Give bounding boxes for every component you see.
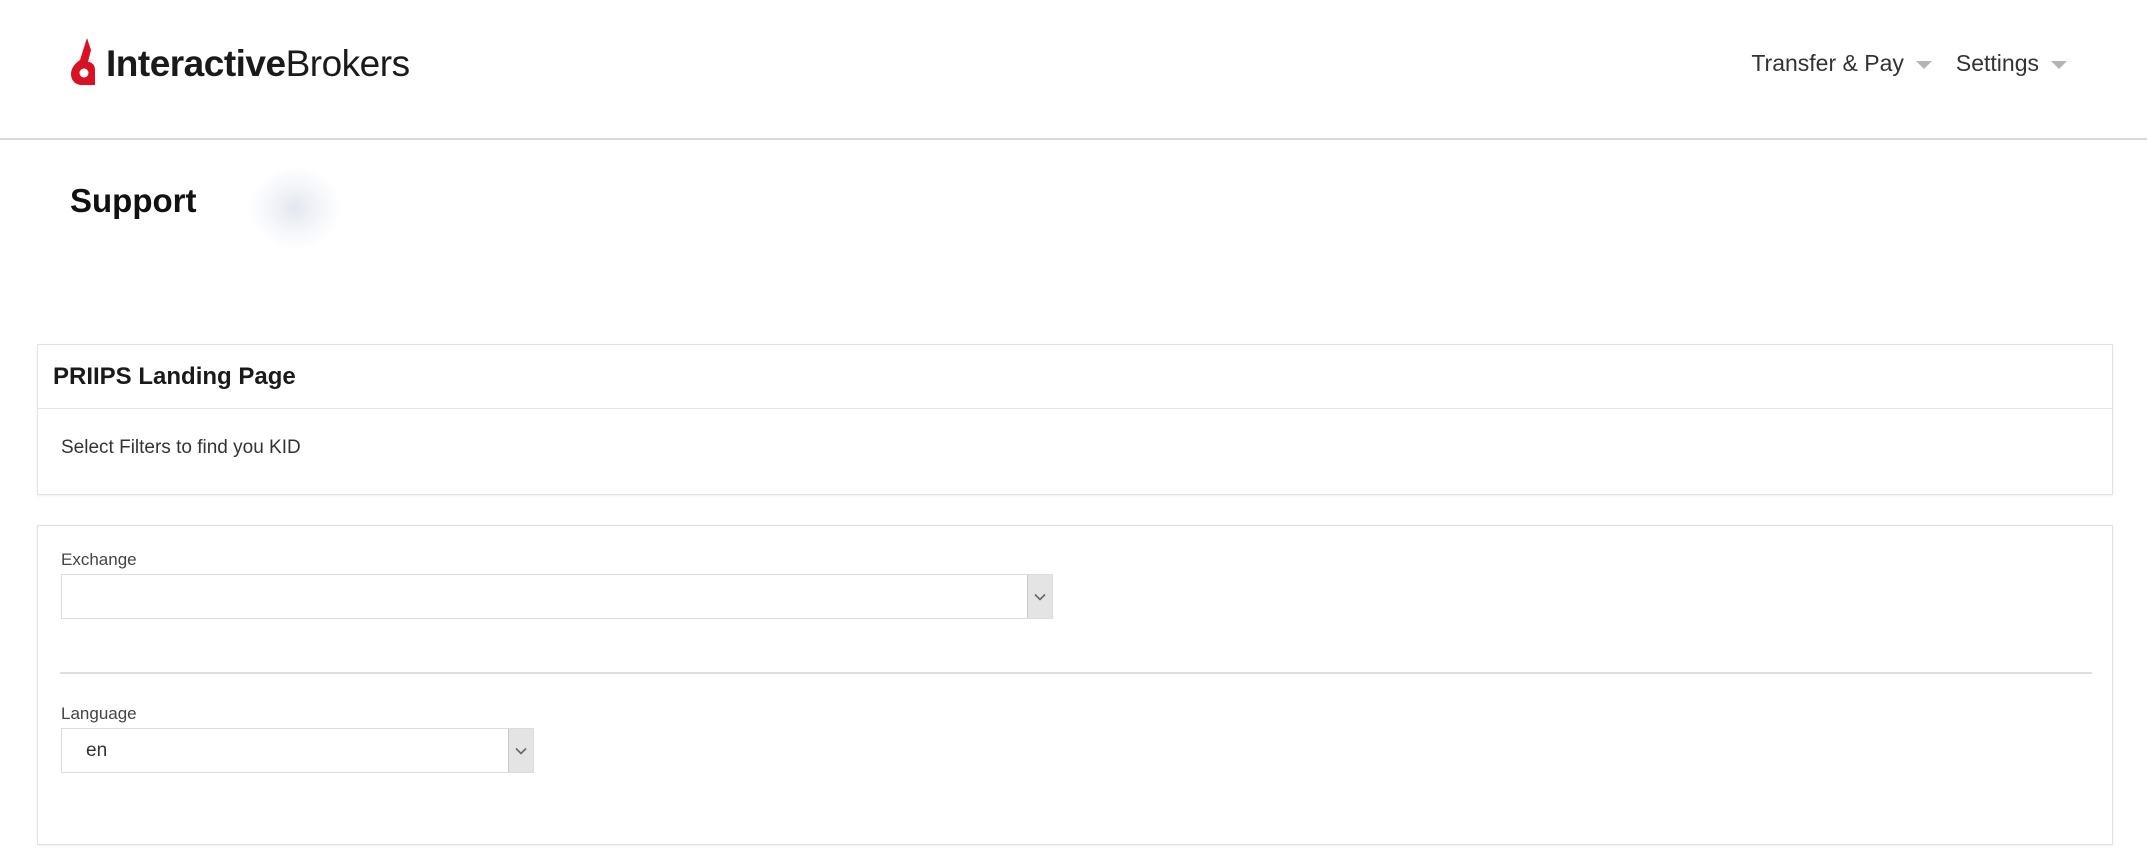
language-select-value: en bbox=[86, 739, 108, 761]
language-label: Language bbox=[61, 704, 137, 723]
nav-settings-label: Settings bbox=[1955, 50, 2039, 76]
filters-panel: Exchange Language en bbox=[37, 525, 2113, 845]
language-dropdown-button[interactable] bbox=[508, 729, 533, 772]
nav-transfer-pay[interactable]: Transfer & Pay bbox=[1751, 50, 1932, 77]
interactive-brokers-logo[interactable]: InteractiveBrokers bbox=[70, 36, 410, 90]
caret-down-icon bbox=[1915, 60, 1932, 69]
nav-transfer-pay-label: Transfer & Pay bbox=[1751, 50, 1904, 76]
logo-text-bold: Interactive bbox=[106, 42, 286, 84]
exchange-dropdown-button[interactable] bbox=[1027, 575, 1052, 618]
caret-down-icon bbox=[2051, 60, 2067, 69]
main-nav: Transfer & Pay Settings bbox=[1751, 50, 2067, 77]
landing-panel-title: PRIIPS Landing Page bbox=[53, 362, 296, 390]
top-navigation-bar: InteractiveBrokers Transfer & Pay Settin… bbox=[0, 0, 2147, 140]
logo-wordmark: InteractiveBrokers bbox=[106, 45, 410, 82]
chevron-down-icon bbox=[515, 747, 527, 755]
landing-panel-instructions: Select Filters to find you KID bbox=[61, 437, 301, 458]
exchange-label: Exchange bbox=[61, 550, 137, 569]
landing-panel-header: PRIIPS Landing Page bbox=[38, 345, 2112, 409]
logo-text-light: Brokers bbox=[285, 42, 410, 84]
page-title: Support bbox=[70, 182, 197, 219]
filters-divider bbox=[60, 672, 2092, 674]
chevron-down-icon bbox=[1034, 593, 1046, 601]
blurred-image bbox=[250, 168, 340, 248]
ib-logo-icon bbox=[71, 38, 95, 85]
landing-panel: PRIIPS Landing Page Select Filters to fi… bbox=[37, 344, 2113, 495]
language-select[interactable]: en bbox=[61, 728, 534, 773]
nav-settings[interactable]: Settings bbox=[1956, 50, 2067, 77]
exchange-select[interactable] bbox=[61, 574, 1053, 619]
